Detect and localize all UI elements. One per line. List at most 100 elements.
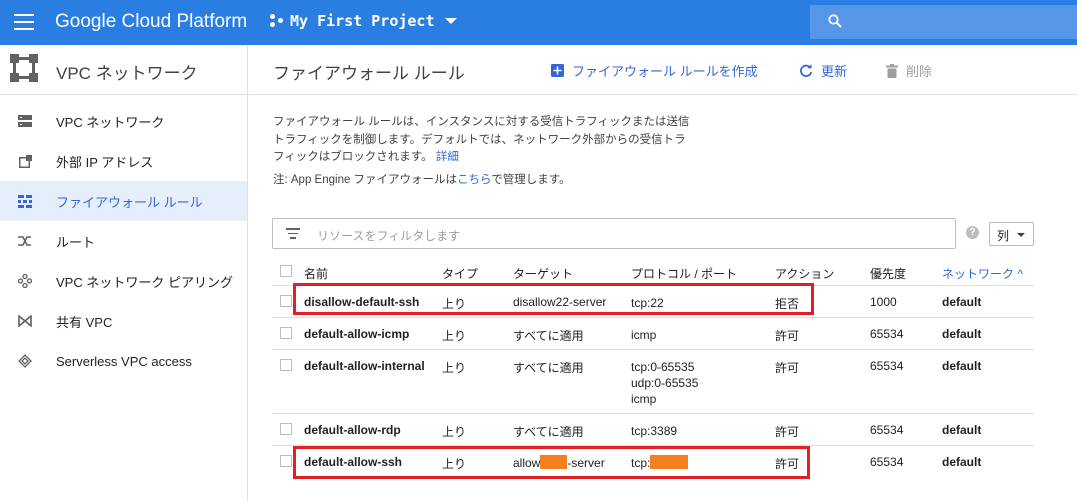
app-engine-link[interactable]: こちら bbox=[457, 174, 491, 186]
create-firewall-rule-button[interactable]: ファイアウォール ルールを作成 bbox=[551, 61, 758, 80]
table-row[interactable]: default-allow-rdp 上り すべてに適用 tcp:3389 許可 … bbox=[272, 414, 1034, 446]
column-header-type[interactable]: タイプ bbox=[442, 265, 478, 282]
rule-type: 上り bbox=[442, 361, 467, 375]
sidebar-item-shared-vpc[interactable]: 共有 VPC bbox=[0, 301, 247, 341]
protocol-line: tcp:0-65535 bbox=[631, 360, 695, 374]
vpc-network-icon bbox=[17, 113, 33, 129]
sidebar-title: VPC ネットワーク bbox=[56, 64, 198, 83]
shared-vpc-icon bbox=[17, 313, 33, 329]
sidebar-item-vpc-network[interactable]: VPC ネットワーク bbox=[0, 101, 247, 141]
serverless-icon bbox=[17, 353, 33, 369]
description-line: フィックはブロックされます。 bbox=[273, 151, 433, 163]
select-all-checkbox[interactable] bbox=[280, 265, 292, 277]
description-line: ファイアウォール ルールは、インスタンスに対する受信トラフィックまたは送信 bbox=[273, 116, 690, 128]
sidebar-item-label: VPC ネットワーク bbox=[56, 114, 165, 130]
column-header-protocol[interactable]: プロトコル / ポート bbox=[631, 265, 737, 282]
peering-icon bbox=[17, 273, 33, 289]
external-ip-icon bbox=[17, 153, 33, 169]
sidebar-item-external-ip[interactable]: 外部 IP アドレス bbox=[0, 141, 247, 181]
chevron-down-icon bbox=[1017, 233, 1025, 237]
chevron-down-icon bbox=[444, 18, 457, 24]
rule-network[interactable]: default bbox=[942, 423, 981, 437]
columns-dropdown[interactable]: 列 bbox=[989, 222, 1034, 246]
sidebar-item-label: ファイアウォール ルール bbox=[56, 194, 203, 210]
routes-icon bbox=[17, 233, 33, 249]
row-checkbox[interactable] bbox=[280, 455, 292, 467]
rule-action: 許可 bbox=[775, 329, 800, 343]
rule-target: すべてに適用 bbox=[513, 425, 584, 439]
rule-name[interactable]: default-allow-icmp bbox=[304, 327, 409, 341]
highlight-box bbox=[293, 283, 814, 315]
sidebar-item-serverless[interactable]: Serverless VPC access bbox=[0, 341, 247, 381]
rule-priority: 65534 bbox=[870, 327, 904, 341]
rule-priority: 65534 bbox=[870, 455, 904, 469]
rule-priority: 1000 bbox=[870, 295, 897, 309]
menu-icon[interactable] bbox=[14, 14, 34, 30]
protocol-line: icmp bbox=[631, 392, 657, 406]
row-checkbox[interactable] bbox=[280, 327, 292, 339]
sidebar-item-label: ルート bbox=[56, 234, 96, 250]
firewall-description: ファイアウォール ルールは、インスタンスに対する受信トラフィックまたは送信 トラ… bbox=[273, 114, 723, 167]
table-row[interactable]: default-allow-internal 上り すべてに適用 tcp:0-6… bbox=[272, 350, 1034, 414]
rule-network[interactable]: default bbox=[942, 327, 981, 341]
sidebar: VPC ネットワーク VPC ネットワーク 外部 IP アドレス ファイアウォー… bbox=[0, 45, 248, 501]
delete-button[interactable]: 削除 bbox=[886, 61, 932, 80]
sidebar-header: VPC ネットワーク bbox=[0, 45, 247, 95]
rule-action: 許可 bbox=[775, 425, 800, 439]
column-header-priority[interactable]: 優先度 bbox=[870, 265, 906, 282]
brand-title[interactable]: Google Cloud Platform bbox=[55, 11, 247, 33]
rule-network[interactable]: default bbox=[942, 359, 981, 373]
filter-list-icon bbox=[286, 228, 300, 242]
top-app-bar: Google Cloud Platform My First Project bbox=[0, 0, 1077, 45]
column-header-action[interactable]: アクション bbox=[775, 265, 834, 282]
column-header-network[interactable]: ネットワーク ^ bbox=[942, 265, 1023, 282]
rule-name[interactable]: default-allow-internal bbox=[304, 359, 425, 373]
project-selector[interactable]: My First Project bbox=[270, 12, 457, 30]
rule-priority: 65534 bbox=[870, 423, 904, 437]
add-box-icon bbox=[551, 64, 564, 77]
vpc-logo-icon bbox=[10, 54, 38, 82]
sidebar-item-label: VPC ネットワーク ピアリング bbox=[56, 274, 233, 290]
column-header-name[interactable]: 名前 bbox=[304, 265, 328, 282]
app-engine-note: 注: App Engine ファイアウォールはこちらで管理します。 bbox=[273, 171, 571, 187]
project-dots-icon bbox=[270, 14, 284, 28]
sidebar-nav: VPC ネットワーク 外部 IP アドレス ファイアウォール ルール ルート V… bbox=[0, 101, 247, 381]
sidebar-item-routes[interactable]: ルート bbox=[0, 221, 247, 261]
description-line: トラフィックを制御します。デフォルトでは、ネットワーク外部からの受信トラ bbox=[273, 133, 686, 146]
help-icon[interactable]: ? bbox=[966, 226, 979, 239]
protocol-line: udp:0-65535 bbox=[631, 376, 699, 390]
row-checkbox[interactable] bbox=[280, 359, 292, 371]
table-row[interactable]: default-allow-icmp 上り すべてに適用 icmp 許可 655… bbox=[272, 318, 1034, 350]
sidebar-item-peering[interactable]: VPC ネットワーク ピアリング bbox=[0, 261, 247, 301]
sidebar-item-firewall[interactable]: ファイアウォール ルール bbox=[0, 181, 247, 221]
column-header-target[interactable]: ターゲット bbox=[513, 265, 573, 282]
sidebar-item-label: 共有 VPC bbox=[56, 314, 113, 330]
page-header: ファイアウォール ルール ファイアウォール ルールを作成 更新 削除 bbox=[249, 45, 1077, 95]
rule-protocol: tcp:0-65535 udp:0-65535 icmp bbox=[631, 359, 698, 407]
rule-network[interactable]: default bbox=[942, 455, 981, 469]
columns-label: 列 bbox=[997, 229, 1010, 243]
refresh-button[interactable]: 更新 bbox=[799, 61, 847, 80]
table-header-row: 名前 タイプ ターゲット プロトコル / ポート アクション 優先度 ネットワー… bbox=[272, 257, 1034, 286]
rule-target: すべてに適用 bbox=[513, 329, 584, 343]
rule-protocol: tcp:3389 bbox=[631, 424, 678, 438]
learn-more-link[interactable]: 詳細 bbox=[436, 151, 459, 163]
filter-input[interactable]: リソースをフィルタします bbox=[272, 218, 956, 249]
refresh-icon bbox=[799, 63, 813, 78]
note-suffix: で管理します。 bbox=[491, 174, 571, 186]
sidebar-item-label: Serverless VPC access bbox=[56, 353, 192, 369]
refresh-button-label: 更新 bbox=[821, 64, 848, 79]
page-title: ファイアウォール ルール bbox=[273, 64, 465, 83]
rule-type: 上り bbox=[442, 425, 467, 439]
row-checkbox[interactable] bbox=[280, 295, 292, 307]
search-icon bbox=[828, 14, 842, 28]
search-bar[interactable] bbox=[810, 5, 1077, 39]
rule-action: 許可 bbox=[775, 361, 800, 375]
highlight-box bbox=[293, 446, 810, 479]
row-checkbox[interactable] bbox=[280, 423, 292, 435]
sidebar-item-label: 外部 IP アドレス bbox=[56, 154, 154, 170]
delete-button-label: 削除 bbox=[906, 64, 933, 79]
rule-network[interactable]: default bbox=[942, 295, 981, 309]
trash-icon bbox=[886, 63, 898, 78]
rule-name[interactable]: default-allow-rdp bbox=[304, 423, 401, 437]
